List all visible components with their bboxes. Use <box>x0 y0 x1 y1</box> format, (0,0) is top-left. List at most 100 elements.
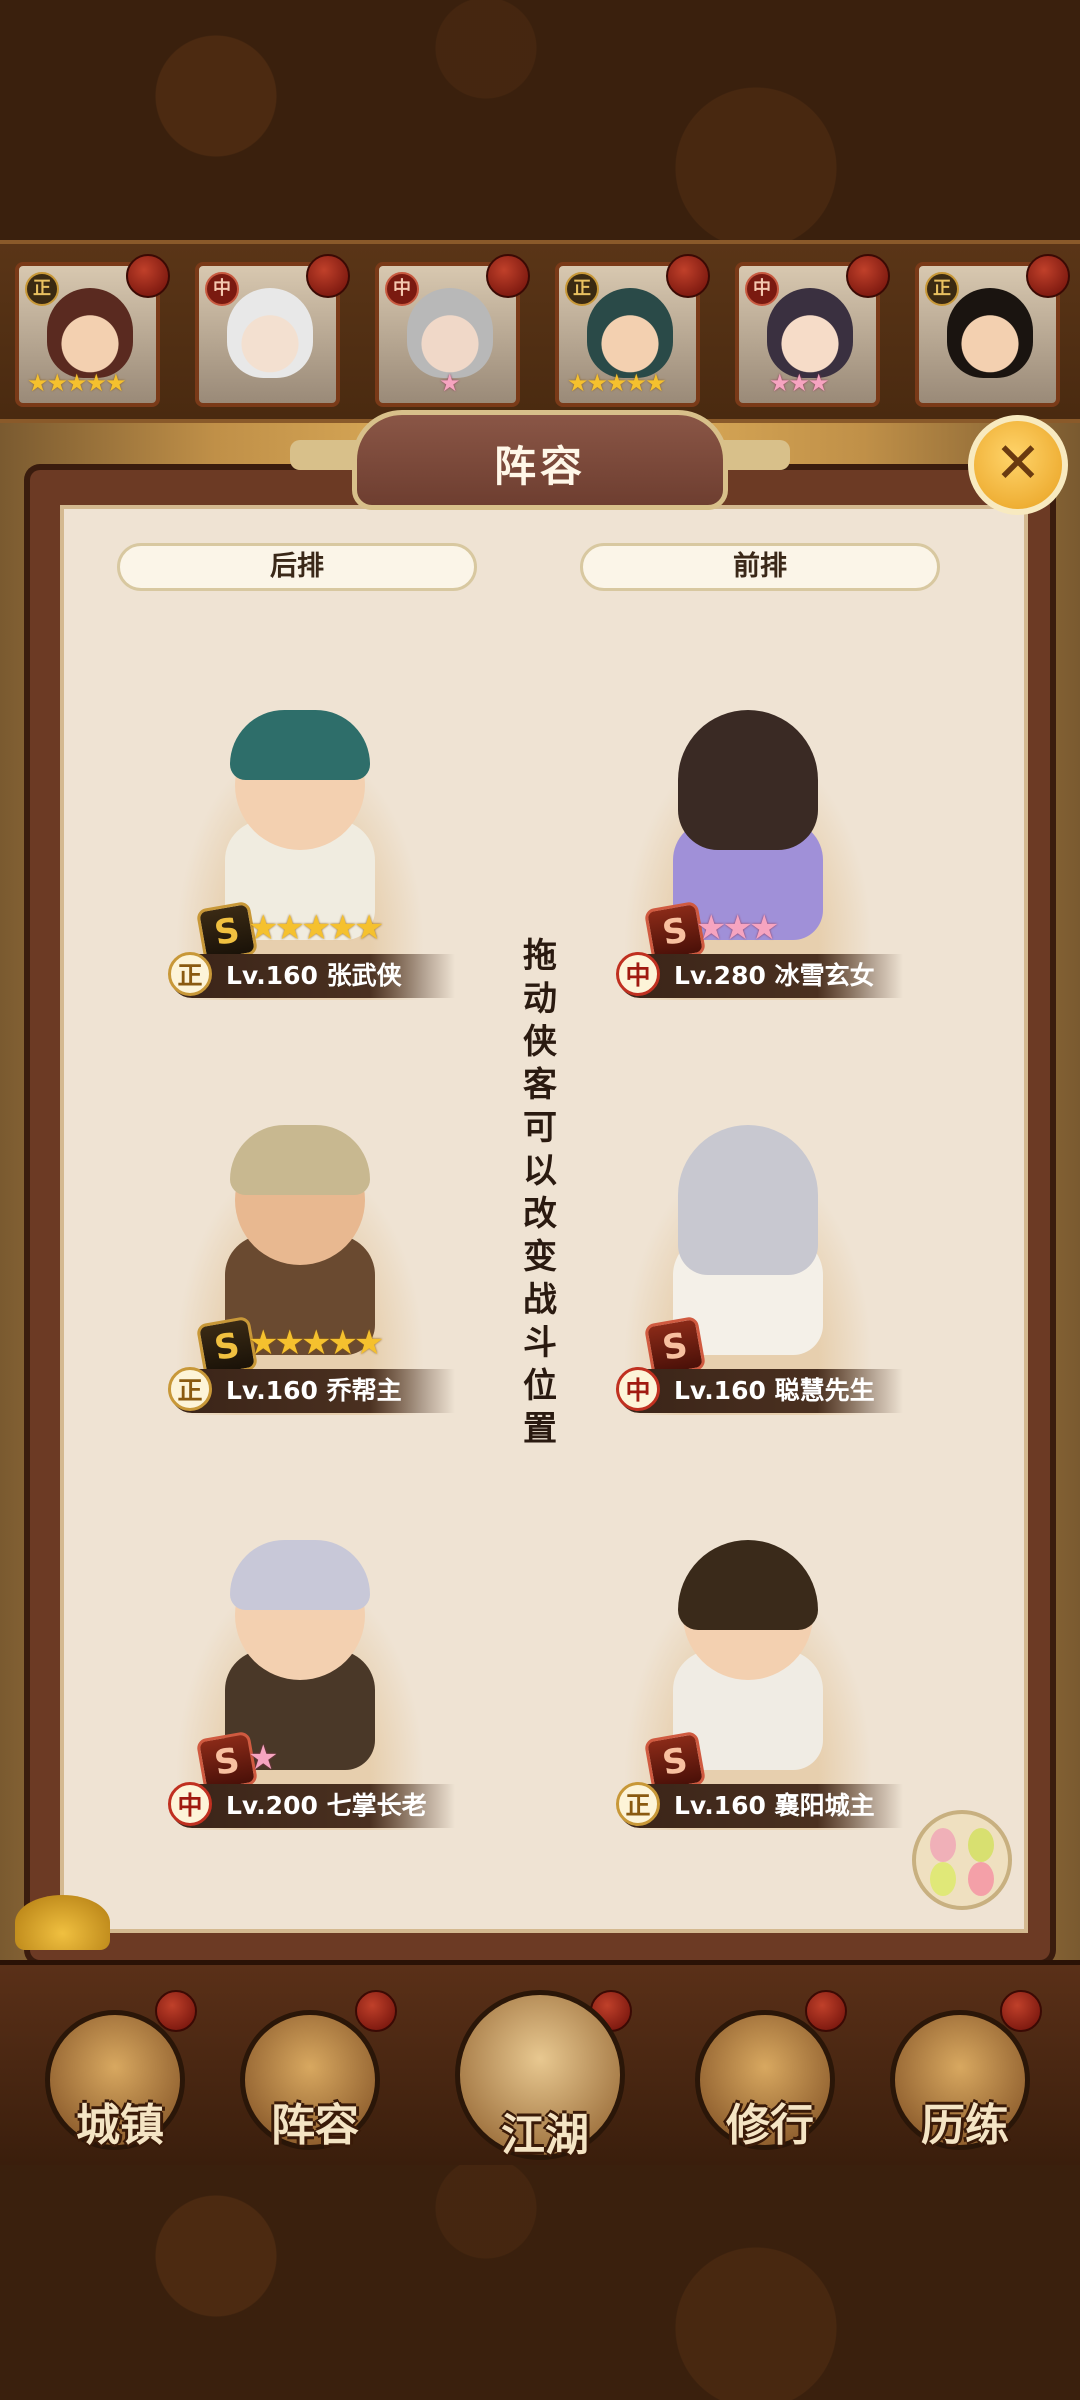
notification-dot-icon <box>306 254 350 298</box>
hero-card[interactable]: 正 ★★★★★ <box>555 254 710 407</box>
class-zheng-icon: 正 <box>616 1782 660 1826</box>
hero-label: Lv.160 乔帮主 <box>226 1369 402 1413</box>
hero-name: 张武侠 <box>326 961 402 990</box>
petal-menu-button[interactable] <box>912 1810 1012 1910</box>
star-rating: ★ <box>439 369 460 397</box>
hero-namebar: 中 Lv.200 七掌长老 <box>168 1782 455 1828</box>
back-row-label: 后排 <box>117 543 477 591</box>
background-bottom <box>0 2160 1080 2400</box>
star-rating: ★★★ <box>696 908 779 948</box>
hero-card[interactable]: 正 ★★★★★ <box>15 254 170 407</box>
notification-dot-icon <box>1026 254 1070 298</box>
class-badge: 正 <box>925 272 959 306</box>
hero-hair <box>678 1540 818 1630</box>
notification-dot-icon <box>666 254 710 298</box>
notification-dot-icon <box>155 1990 197 2032</box>
hero-namebar: 中 Lv.280 冰雪玄女 <box>616 952 903 998</box>
hero-roster-strip: 正 ★★★★★ 中 中 ★ 正 ★★★★★ 中 ★★★ 正 <box>0 240 1080 423</box>
close-icon: ✕ <box>994 431 1042 496</box>
class-badge: 中 <box>745 272 779 306</box>
background-top <box>0 0 1080 240</box>
hero-label: Lv.160 张武侠 <box>226 954 402 998</box>
hero-level: Lv.160 <box>226 961 318 990</box>
hero-label: Lv.160 襄阳城主 <box>674 1784 875 1828</box>
lineup-slot-front-2[interactable]: S 中 Lv.160 聪慧先生 <box>578 1115 918 1435</box>
nav-lineup[interactable]: 阵容 <box>240 2010 380 2151</box>
petal-icon <box>930 1828 956 1862</box>
lineup-slot-back-3[interactable]: S ★ 中 Lv.200 七掌长老 <box>130 1530 470 1850</box>
star-rating: ★★★★★ <box>27 369 127 397</box>
hero-portrait <box>47 288 133 378</box>
hero-name: 冰雪玄女 <box>774 961 875 990</box>
nav-town[interactable]: 城镇 <box>45 2010 185 2151</box>
hero-namebar: 正 Lv.160 襄阳城主 <box>616 1782 903 1828</box>
nav-jianghu-label: 江湖 <box>501 2110 589 2161</box>
hero-namebar: 正 Lv.160 张武侠 <box>168 952 455 998</box>
class-zhong-icon: 中 <box>616 1367 660 1411</box>
class-zhong-icon: 中 <box>168 1782 212 1826</box>
hero-card[interactable]: 正 <box>915 254 1070 407</box>
nav-training-label: 修行 <box>726 2100 814 2151</box>
hero-name: 聪慧先生 <box>774 1376 875 1405</box>
hero-hair <box>230 1125 370 1195</box>
star-rating: ★ <box>248 1738 279 1778</box>
nav-town-label: 城镇 <box>76 2100 164 2151</box>
hero-level: Lv.280 <box>674 961 766 990</box>
notification-dot-icon <box>1000 1990 1042 2032</box>
hero-portrait <box>767 288 853 378</box>
drag-hint-text: 拖动侠客可以改变战斗位置 <box>523 936 557 1449</box>
lineup-slot-front-3[interactable]: S 正 Lv.160 襄阳城主 <box>578 1530 918 1850</box>
notification-dot-icon <box>126 254 170 298</box>
hero-hair <box>678 710 818 850</box>
nav-jianghu[interactable]: 江湖 <box>455 1990 625 2161</box>
hero-name: 乔帮主 <box>326 1376 402 1405</box>
lineup-slot-front-1[interactable]: S ★★★ 中 Lv.280 冰雪玄女 <box>578 700 918 1020</box>
notification-dot-icon <box>486 254 530 298</box>
hero-namebar: 中 Lv.160 聪慧先生 <box>616 1367 903 1413</box>
front-row-label: 前排 <box>580 543 940 591</box>
golden-fan-icon <box>15 1895 110 1950</box>
nav-trial[interactable]: 历练 <box>890 2010 1030 2151</box>
star-rating: ★★★★★ <box>248 1323 384 1363</box>
notification-dot-icon <box>846 254 890 298</box>
hero-level: Lv.160 <box>674 1791 766 1820</box>
class-zheng-icon: 正 <box>168 1367 212 1411</box>
hero-hair <box>678 1125 818 1275</box>
star-rating: ★★★★★ <box>567 369 667 397</box>
nav-lineup-label: 阵容 <box>271 2100 359 2151</box>
notification-dot-icon <box>355 1990 397 2032</box>
hero-card[interactable]: 中 <box>195 254 350 407</box>
hero-portrait <box>407 288 493 378</box>
petal-icon <box>968 1828 994 1862</box>
hero-portrait <box>587 288 673 378</box>
panel-title-plaque: 阵容 <box>352 410 728 510</box>
hero-hair <box>230 710 370 780</box>
nav-trial-label: 历练 <box>921 2100 1009 2151</box>
class-badge: 中 <box>385 272 419 306</box>
hero-card[interactable]: 中 ★★★ <box>735 254 890 407</box>
hero-level: Lv.200 <box>226 1791 318 1820</box>
hero-namebar: 正 Lv.160 乔帮主 <box>168 1367 455 1413</box>
hero-level: Lv.160 <box>226 1376 318 1405</box>
hero-level: Lv.160 <box>674 1376 766 1405</box>
hero-hair <box>230 1540 370 1610</box>
hero-portrait <box>947 288 1033 378</box>
panel-title: 阵容 <box>493 442 586 491</box>
notification-dot-icon <box>805 1990 847 2032</box>
petal-icon <box>930 1862 956 1896</box>
hero-card[interactable]: 中 ★ <box>375 254 530 407</box>
close-button[interactable]: ✕ <box>968 415 1068 515</box>
lineup-slot-back-1[interactable]: S ★★★★★ 正 Lv.160 张武侠 <box>130 700 470 1020</box>
class-badge: 正 <box>25 272 59 306</box>
lineup-slot-back-2[interactable]: S ★★★★★ 正 Lv.160 乔帮主 <box>130 1115 470 1435</box>
hero-portrait <box>227 288 313 378</box>
hero-name: 七掌长老 <box>326 1791 427 1820</box>
hero-label: Lv.160 聪慧先生 <box>674 1369 875 1413</box>
class-badge: 中 <box>205 272 239 306</box>
petal-icon <box>968 1862 994 1896</box>
class-zhong-icon: 中 <box>616 952 660 996</box>
class-badge: 正 <box>565 272 599 306</box>
hero-label: Lv.200 七掌长老 <box>226 1784 427 1828</box>
class-zheng-icon: 正 <box>168 952 212 996</box>
nav-training[interactable]: 修行 <box>695 2010 835 2151</box>
